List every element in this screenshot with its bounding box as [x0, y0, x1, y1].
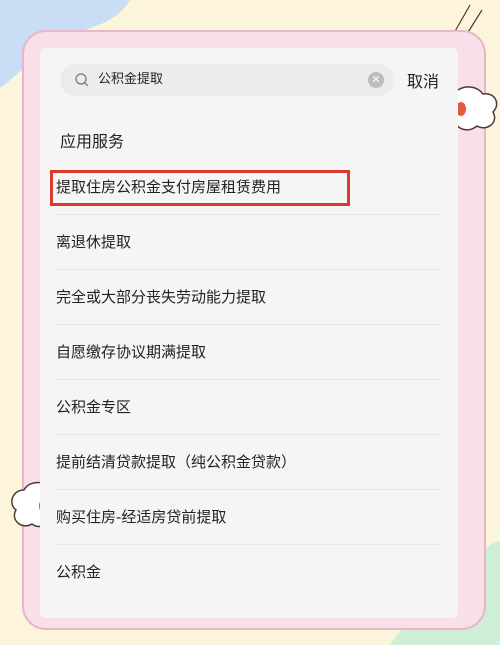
search-bar-row: ✕ 取消	[40, 48, 458, 112]
list-item[interactable]: 购买住房-经适房贷前提取	[40, 490, 458, 545]
list-item[interactable]: 完全或大部分丧失劳动能力提取	[40, 270, 458, 325]
search-input[interactable]	[98, 64, 348, 96]
list-item[interactable]: 提取住房公积金支付房屋租赁费用	[40, 160, 458, 215]
section-title: 应用服务	[60, 132, 125, 151]
cancel-button[interactable]: 取消	[407, 68, 439, 92]
list-item[interactable]: 公积金	[40, 545, 458, 600]
search-screen: ✕ 取消 应用服务 提取住房公积金支付房屋租赁费用 离退休提取 完全或大部分丧失…	[40, 48, 458, 618]
search-box[interactable]: ✕	[60, 64, 394, 96]
list-item[interactable]: 离退休提取	[40, 215, 458, 270]
clear-icon[interactable]: ✕	[368, 72, 384, 88]
search-icon	[75, 73, 89, 87]
list-item[interactable]: 自愿缴存协议期满提取	[40, 325, 458, 380]
list-item[interactable]: 公积金专区	[40, 380, 458, 435]
results-list: 提取住房公积金支付房屋租赁费用 离退休提取 完全或大部分丧失劳动能力提取 自愿缴…	[40, 160, 458, 600]
list-item[interactable]: 提前结清贷款提取（纯公积金贷款）	[40, 435, 458, 490]
